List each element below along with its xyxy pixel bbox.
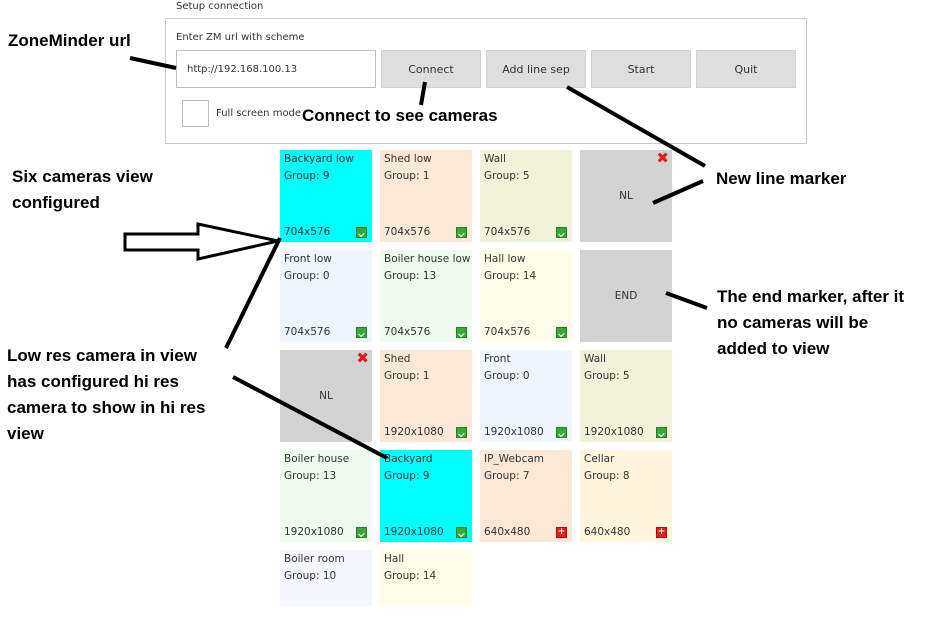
connector-line: [665, 291, 708, 310]
annotation-line: has configured hi res: [7, 372, 179, 391]
connector-line: [652, 179, 704, 205]
annotation-low-res: Low res camera in view has configured hi…: [7, 343, 205, 447]
connector-line: [224, 237, 282, 349]
connector-line: [232, 375, 388, 460]
connector-line: [566, 85, 706, 168]
annotation-line: Six cameras view: [12, 167, 153, 186]
connector-line: [129, 56, 177, 70]
annotation-end-marker: The end marker, after it no cameras will…: [717, 284, 904, 362]
annotation-six-cameras: Six cameras view configured: [12, 164, 153, 216]
connector-line: [419, 81, 427, 106]
arrow-icon: [123, 222, 279, 261]
annotation-connect: Connect to see cameras: [302, 106, 498, 125]
annotation-line: view: [7, 424, 44, 443]
annotation-zm-url: ZoneMinder url: [8, 31, 131, 50]
annotation-line: The end marker, after it: [717, 287, 905, 306]
annotation-line: configured: [12, 193, 100, 212]
annotation-line: camera to show in hi res: [7, 398, 206, 417]
annotation-line: Low res camera in view: [7, 346, 197, 365]
annotation-new-line: New line marker: [716, 169, 847, 188]
annotation-line: added to view: [717, 339, 830, 358]
annotation-line: no cameras will be: [717, 313, 869, 332]
